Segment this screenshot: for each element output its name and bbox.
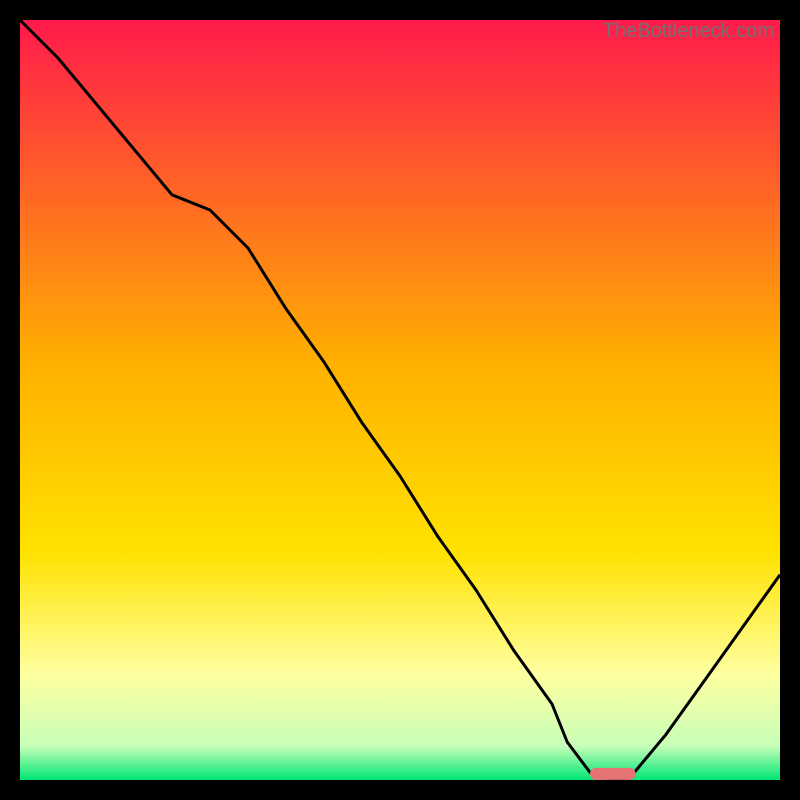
watermark-text: TheBottleneck.com <box>603 20 774 43</box>
gradient-background <box>20 20 780 780</box>
chart-frame: TheBottleneck.com <box>20 20 780 780</box>
bottleneck-chart <box>20 20 780 780</box>
optimal-range-marker <box>590 768 636 780</box>
